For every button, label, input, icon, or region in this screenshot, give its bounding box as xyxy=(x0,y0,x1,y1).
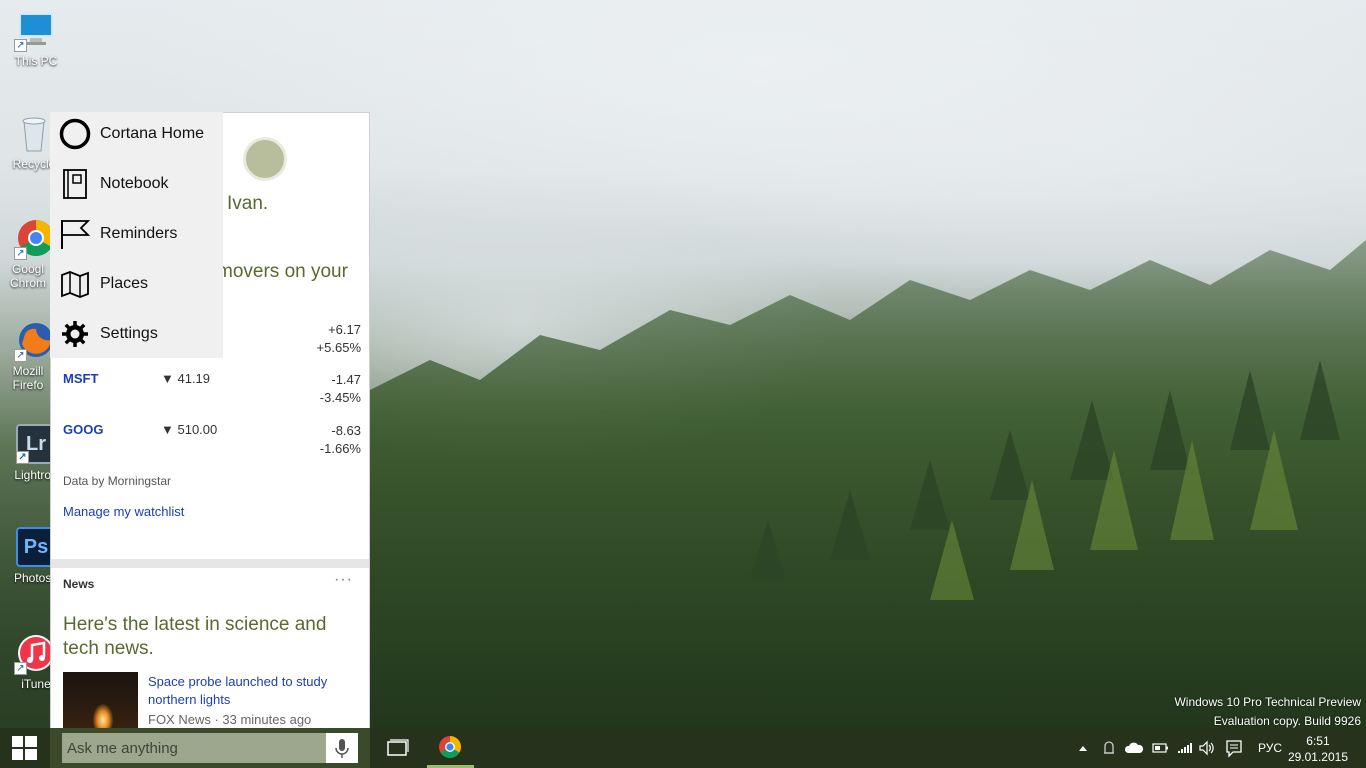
volume-button[interactable] xyxy=(1198,728,1216,768)
input-language-button[interactable]: РУС xyxy=(1252,728,1288,768)
chevron-up-icon xyxy=(1079,746,1087,751)
data-source-text: Data by Morningstar xyxy=(63,474,172,488)
search-input[interactable] xyxy=(62,733,326,763)
news-item-meta: FOX News · 33 minutes ago xyxy=(148,712,312,727)
stock-symbol: MSFT xyxy=(63,371,99,386)
notifications-button[interactable] xyxy=(1100,728,1118,768)
signal-bars-icon xyxy=(1178,743,1192,753)
build-watermark: Windows 10 Pro Technical Preview Evaluat… xyxy=(1174,695,1361,728)
stock-row[interactable]: MSFT ▼ 41.19 -1.47 -3.45% xyxy=(63,371,361,411)
cortana-menu: Cortana Home Notebook Reminders Places S… xyxy=(50,112,223,358)
more-options-icon[interactable]: ··· xyxy=(334,571,353,589)
menu-item-settings[interactable]: Settings xyxy=(50,312,223,362)
stock-change: -1.47 -3.45% xyxy=(319,372,361,405)
battery-button[interactable] xyxy=(1150,728,1170,768)
clock-date: 29.01.2015 xyxy=(1287,750,1348,764)
news-headline: Here's the latest in science and tech ne… xyxy=(63,614,327,659)
stock-change: +6.17 +5.65% xyxy=(316,322,361,355)
network-button[interactable] xyxy=(1176,728,1194,768)
section-divider xyxy=(51,559,369,568)
stock-price: ▼ 510.00 xyxy=(161,422,218,437)
cortana-circle-icon xyxy=(59,118,91,150)
menu-item-places[interactable]: Places xyxy=(50,262,223,312)
bell-icon xyxy=(1104,741,1114,754)
clock[interactable]: 6:51 29.01.2015 xyxy=(1288,733,1348,765)
avatar xyxy=(243,137,287,181)
menu-item-reminders[interactable]: Reminders xyxy=(50,212,223,262)
desktop-icon-this-pc[interactable]: ↗ This PC xyxy=(6,10,66,68)
manage-watchlist-link[interactable]: Manage my watchlist xyxy=(63,504,184,519)
menu-item-cortana-home[interactable]: Cortana Home xyxy=(50,112,223,162)
microphone-button[interactable] xyxy=(326,733,358,763)
windows-logo-icon xyxy=(12,736,37,760)
clock-time: 6:51 xyxy=(1306,734,1330,748)
news-header: News xyxy=(63,577,95,591)
news-thumbnail[interactable] xyxy=(63,672,138,728)
flag-icon xyxy=(61,220,91,249)
stock-symbol: GOOG xyxy=(63,422,104,437)
chrome-icon xyxy=(439,736,461,758)
stock-price: ▼ 41.19 xyxy=(161,371,211,386)
message-icon xyxy=(1226,740,1242,758)
speaker-icon xyxy=(1199,740,1214,756)
stocks-heading: movers on your xyxy=(217,261,348,282)
recycle-bin-icon xyxy=(14,113,54,153)
task-view-icon xyxy=(387,739,409,756)
greeting-text: Ivan. xyxy=(227,193,269,214)
onedrive-button[interactable] xyxy=(1124,728,1144,768)
search-area xyxy=(50,728,370,768)
microphone-icon xyxy=(335,739,349,758)
stock-row[interactable]: GOOG ▼ 510.00 -8.63 -1.66% xyxy=(63,422,361,462)
computer-icon: ↗ xyxy=(14,10,56,52)
gear-icon xyxy=(62,321,88,347)
news-item-link[interactable]: Space probe launched to study northern l… xyxy=(148,673,358,709)
taskbar: РУС 6:51 29.01.2015 xyxy=(0,728,1366,768)
cloud-icon xyxy=(1124,742,1144,753)
notebook-icon xyxy=(63,169,87,199)
map-icon xyxy=(61,271,89,298)
stock-change: -8.63 -1.66% xyxy=(319,423,361,456)
taskbar-chrome-button[interactable] xyxy=(427,728,474,768)
show-hidden-icons-button[interactable] xyxy=(1076,728,1090,768)
start-button[interactable] xyxy=(0,728,50,768)
task-view-button[interactable] xyxy=(380,728,414,768)
battery-icon xyxy=(1152,743,1168,753)
menu-item-notebook[interactable]: Notebook xyxy=(50,162,223,212)
action-center-button[interactable] xyxy=(1224,728,1244,768)
